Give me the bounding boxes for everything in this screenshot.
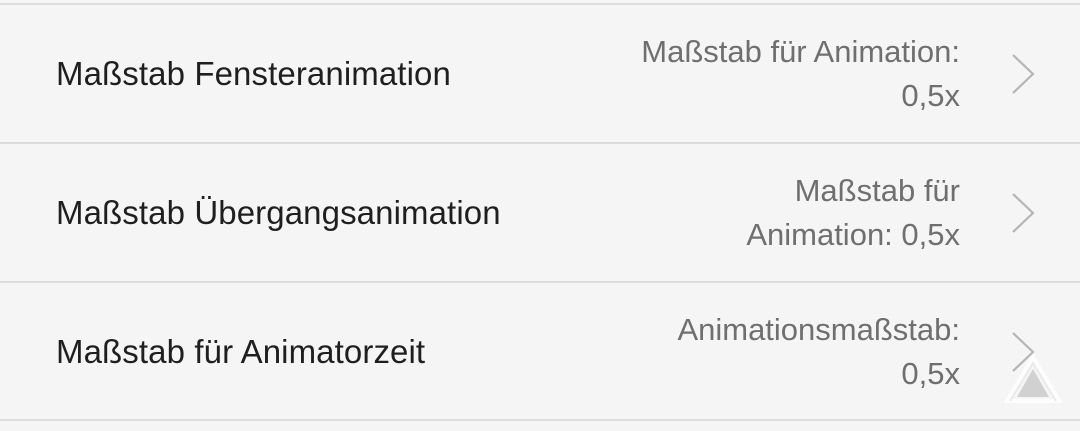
window-animation-scale-title: Maßstab Fensteranimation xyxy=(56,55,451,92)
developer-options-animation-list: Maßstab Fensteranimation Maßstab für Ani… xyxy=(0,0,1080,431)
transition-animation-scale-summary-line2: Animation: 0,5x xyxy=(746,217,960,252)
watermark-logo-icon xyxy=(1004,353,1062,403)
transition-animation-scale-title: Maßstab Übergangsanimation xyxy=(56,194,501,231)
animator-duration-scale-title: Maßstab für Animatorzeit xyxy=(56,333,426,370)
chevron-right-icon xyxy=(1012,193,1035,233)
animator-duration-scale-summary-line1: Animationsmaßstab: xyxy=(677,312,960,347)
chevron-right-icon xyxy=(1012,54,1035,94)
window-animation-scale-row[interactable]: Maßstab Fensteranimation Maßstab für Ani… xyxy=(0,5,1080,143)
animator-duration-scale-summary-line2: 0,5x xyxy=(901,356,960,391)
window-animation-scale-summary-line2: 0,5x xyxy=(901,78,960,113)
transition-animation-scale-summary: Maßstab für Animation: 0,5x xyxy=(690,169,960,257)
transition-animation-scale-row[interactable]: Maßstab Übergangsanimation Maßstab für A… xyxy=(0,144,1080,282)
transition-animation-scale-summary-line1: Maßstab für xyxy=(794,173,960,208)
window-animation-scale-summary: Maßstab für Animation: 0,5x xyxy=(560,30,960,118)
animator-duration-scale-row[interactable]: Maßstab für Animatorzeit Animationsmaßst… xyxy=(0,283,1080,421)
animator-duration-scale-summary: Animationsmaßstab: 0,5x xyxy=(600,308,960,396)
row-divider xyxy=(0,419,1080,421)
window-animation-scale-summary-line1: Maßstab für Animation: xyxy=(641,34,960,69)
